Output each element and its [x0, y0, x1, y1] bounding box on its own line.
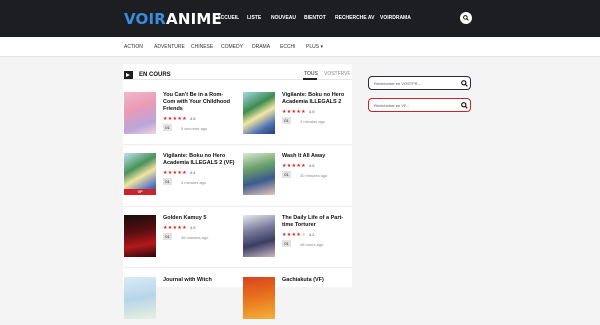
star-rating: ★★★★★ 4.9 [163, 225, 196, 231]
search-vf-box[interactable]: Rechercher en VF... [368, 98, 471, 112]
anime-card[interactable]: Journal with Witch [124, 277, 236, 325]
section-title: EN COURS [139, 72, 171, 78]
episode-badge[interactable]: 01 [163, 124, 172, 131]
anime-card[interactable]: Gachiakuta (VF) [243, 277, 355, 325]
anime-title[interactable]: Vigilante: Boku no Hero Academia ILLEGAL… [163, 153, 235, 167]
episode-badge[interactable]: 01 [282, 240, 291, 247]
anime-poster[interactable] [243, 92, 275, 134]
tab-tous[interactable]: TOUS [304, 71, 318, 77]
search-vf-input[interactable]: Rechercher en VF... [374, 103, 409, 108]
logo-part-anime: ANIME [166, 10, 222, 28]
anime-card[interactable]: Wash It All Away ★★★★★ 4.5 01 30 minutes … [243, 153, 355, 201]
tabs-divider [123, 79, 352, 80]
anime-title[interactable]: You Can't Be in a Rom-Com with Your Chil… [163, 92, 235, 113]
time-ago: 5 seconde ago [181, 126, 208, 131]
nav-accueil[interactable]: ACCUEIL [217, 15, 239, 21]
logo-part-voir: VOIR [124, 10, 167, 28]
anime-poster[interactable] [243, 277, 275, 319]
genre-adventure[interactable]: ADVENTURE [154, 44, 185, 50]
search-icon[interactable] [461, 102, 468, 109]
anime-card[interactable]: Vigilante: Boku no Hero Academia ILLEGAL… [243, 92, 355, 140]
time-ago: 3 minutes ago [181, 180, 207, 185]
anime-card[interactable]: The Daily Life of a Part-time Torturer ★… [243, 215, 355, 263]
episode-badge[interactable]: 01 [163, 178, 172, 185]
genre-bar: ACTION ADVENTURE CHINESE COMEDY DRAMA EC… [0, 37, 600, 57]
rating-value: 4.5 [308, 163, 315, 168]
anime-title[interactable]: Vigilante: Boku no Hero Academia ILLEGAL… [282, 92, 354, 106]
top-navbar: VOIRANIME ACCUEIL LISTE NOUVEAU BIENTOT … [0, 0, 600, 37]
anime-card[interactable]: Golden Kamuy 5 ★★★★★ 4.9 01 36 minutes ag… [124, 215, 236, 263]
en-cours-section: EN COURS TOUS VOSTFR VF You Can't Be in … [123, 64, 355, 319]
rating-value: 4.2 [308, 232, 315, 237]
anime-title[interactable]: Golden Kamuy 5 [163, 215, 235, 222]
nav-liste[interactable]: LISTE [247, 15, 261, 21]
rating-value: 4.5 [308, 109, 315, 114]
nav-bientot[interactable]: BIENTOT [304, 15, 326, 21]
rating-value: 4.9 [189, 225, 196, 230]
row-divider [123, 267, 352, 268]
anime-card[interactable]: You Can't Be in a Rom-Com with Your Chil… [124, 92, 236, 140]
site-logo[interactable]: VOIRANIME [124, 10, 222, 28]
genre-comedy[interactable]: COMEDY [221, 44, 243, 50]
time-ago: 48 hours ago [300, 242, 324, 247]
star-rating: ★★★★★ 4.2 [282, 232, 315, 238]
search-icon [463, 15, 469, 21]
star-rating: ★★★★★ 4.5 [282, 163, 315, 169]
tab-vf[interactable]: VF [344, 71, 350, 77]
genre-drama[interactable]: DRAMA [252, 44, 270, 50]
active-tab-indicator [303, 78, 317, 80]
anime-title[interactable]: Wash It All Away [282, 153, 354, 160]
anime-poster[interactable] [124, 92, 156, 134]
time-ago: 30 minutes ago [300, 173, 328, 178]
header-search-button[interactable] [460, 12, 472, 24]
anime-poster[interactable] [124, 215, 156, 257]
search-vostfr-box[interactable]: Rechercher en VOSTFR... [368, 76, 471, 90]
genre-chinese[interactable]: CHINESE [191, 44, 213, 50]
rating-value: 4.5 [189, 116, 196, 121]
anime-title[interactable]: The Daily Life of a Part-time Torturer [282, 215, 354, 229]
star-rating: ★★★★★ 4.4 [163, 170, 196, 176]
genre-action[interactable]: ACTION [124, 44, 143, 50]
episode-badge[interactable]: 01 [163, 233, 172, 240]
anime-poster[interactable] [243, 153, 275, 195]
vf-badge: VF [124, 189, 156, 195]
row-divider [123, 144, 352, 145]
time-ago: 3 minutes ago [300, 119, 326, 124]
search-icon[interactable] [461, 80, 468, 87]
star-rating: ★★★★★ 4.5 [282, 109, 315, 115]
anime-poster[interactable] [243, 215, 275, 257]
episode-badge[interactable]: 01 [282, 117, 291, 124]
time-ago: 36 minutes ago [181, 235, 209, 240]
row-divider [123, 206, 352, 207]
nav-recherche-av[interactable]: RECHERCHE AV [335, 15, 374, 21]
genre-ecchi[interactable]: ECCHI [280, 44, 296, 50]
anime-poster[interactable]: VF [124, 153, 156, 195]
anime-title[interactable]: Journal with Witch [163, 277, 235, 284]
anime-poster[interactable] [124, 277, 156, 319]
nav-nouveau[interactable]: NOUVEAU [271, 15, 296, 21]
nav-voirdrama[interactable]: VOIRDRAMA [380, 15, 411, 21]
rating-value: 4.4 [189, 170, 196, 175]
episode-badge[interactable]: 01 [282, 171, 291, 178]
anime-title[interactable]: Gachiakuta (VF) [282, 277, 354, 284]
star-rating: ★★★★★ 4.5 [163, 116, 196, 122]
anime-card[interactable]: VF Vigilante: Boku no Hero Academia ILLE… [124, 153, 236, 201]
genre-more-dropdown[interactable]: PLUS ▾ [306, 44, 323, 50]
search-vostfr-input[interactable]: Rechercher en VOSTFR... [374, 81, 421, 86]
tab-vostfr[interactable]: VOSTFR [324, 71, 344, 77]
